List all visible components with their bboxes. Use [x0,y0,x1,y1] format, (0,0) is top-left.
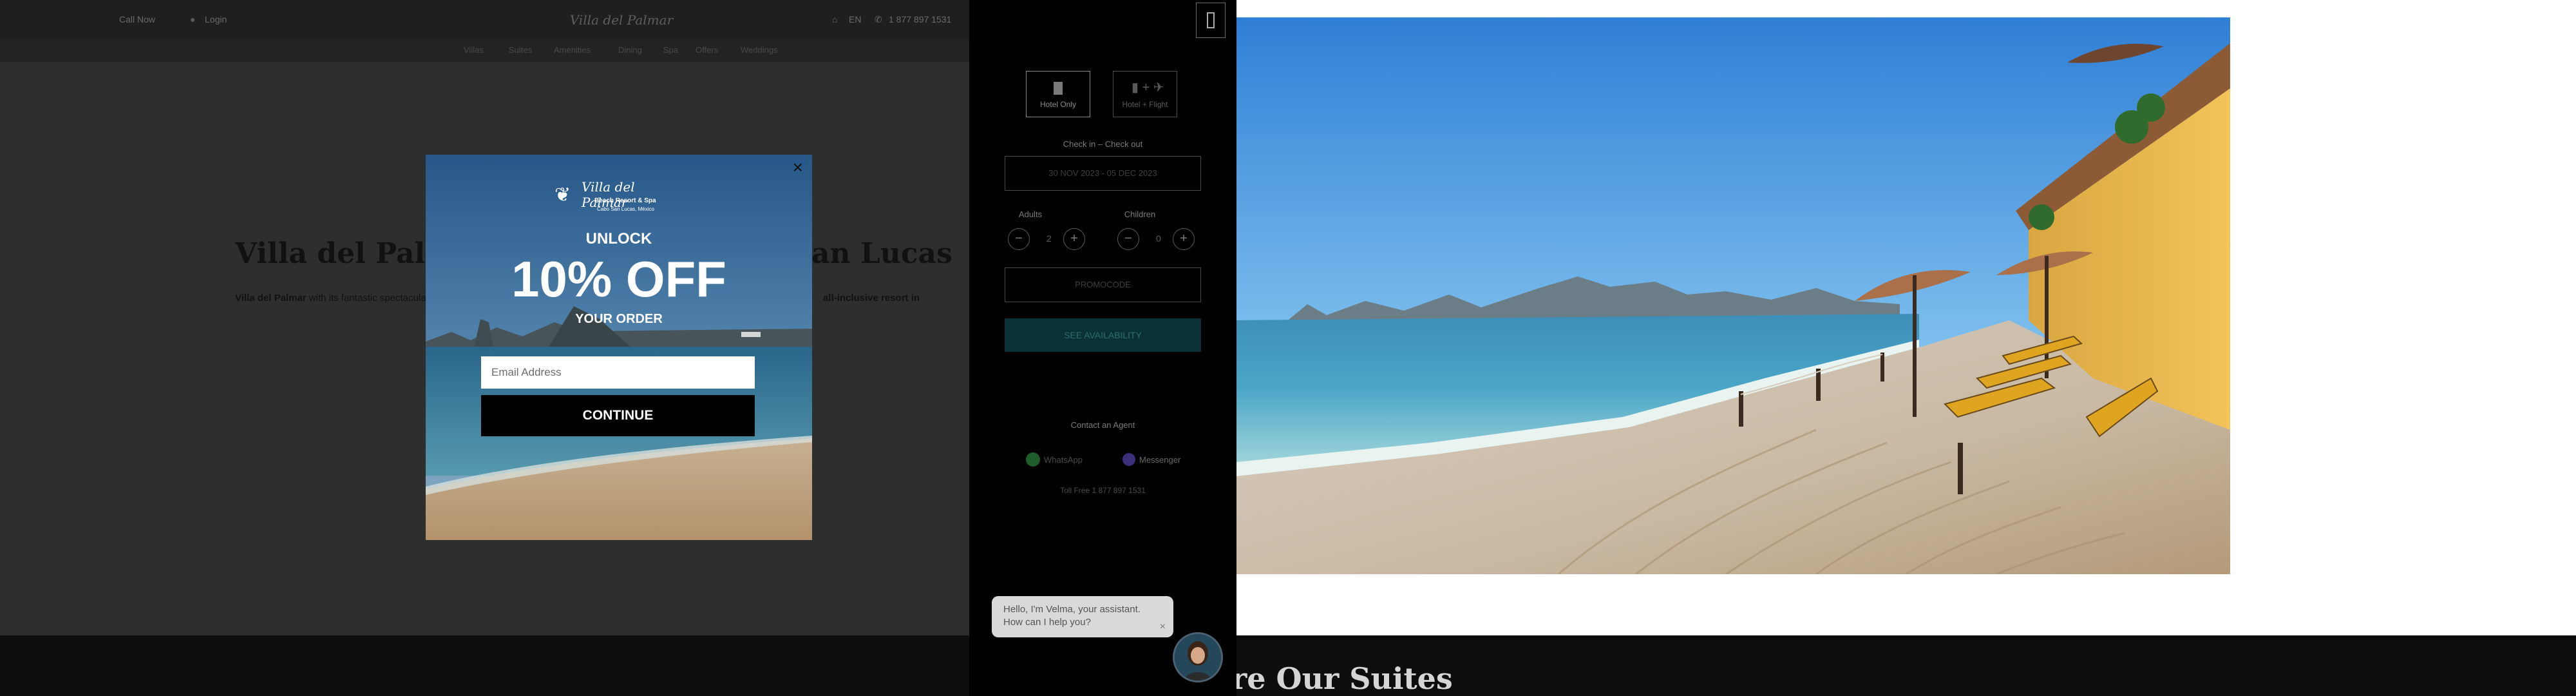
unlock-text: UNLOCK [585,230,652,247]
children-count: 0 [1156,233,1161,244]
your-order-text: YOUR ORDER [575,312,663,326]
hotel-flight-icon: ▮ + ✈ [1132,81,1164,95]
phone-link[interactable]: 1 877 897 1531 [889,14,951,24]
assistant-avatar-icon [1175,634,1221,681]
discount-headline: 10% OFF [511,251,726,307]
section-title: re Our Suites [1231,661,1453,696]
modal-close-button[interactable]: × [793,159,803,177]
children-label: Children [1124,209,1156,219]
nav-item[interactable]: Suites [509,45,532,55]
main-nav: Villas Suites Amenities Dining Spa Offer… [0,40,969,62]
chat-line-2: How can I help you? [1003,617,1091,628]
menu-icon [1207,12,1215,28]
tab-hotel-flight-label: Hotel + Flight [1122,100,1168,109]
chat-greeting-bubble[interactable]: Hello, I'm Velma, your assistant. How ca… [992,596,1173,637]
email-input[interactable] [481,356,755,389]
messenger-icon [1122,453,1135,466]
nav-item[interactable]: Spa [663,45,678,55]
chat-assistant-avatar[interactable] [1173,632,1223,682]
toll-free-text: Toll Free 1 877 897 1531 [1060,486,1146,495]
dates-label: Check in – Check out [1063,139,1143,149]
login-link[interactable]: Login [205,14,227,24]
promocode-input[interactable]: PROMOCODE [1005,267,1201,302]
nav-item[interactable]: Dining [618,45,642,55]
tab-hotel-only-label: Hotel Only [1039,100,1077,109]
hero-image [1236,17,2230,574]
messenger-link[interactable]: Messenger [1139,455,1180,465]
palm-logo-icon: ❦ [554,184,571,206]
children-decrement-button[interactable]: − [1117,228,1139,250]
see-availability-button[interactable]: SEE AVAILABILITY [1005,318,1201,352]
logo-subtitle: Beach Resort & Spa [594,197,656,204]
booking-panel: Hotel Only ▮ + ✈ Hotel + Flight Check in… [969,0,1236,696]
adults-label: Adults [1018,209,1043,219]
intro-text-left: Villa del Palmar with its fantastic spec… [235,293,430,304]
panel-close-button[interactable] [1196,3,1226,38]
date-range-input[interactable]: 30 NOV 2023 - 05 DEC 2023 [1005,156,1201,191]
children-increment-button[interactable]: + [1173,228,1195,250]
nav-item[interactable]: Offers [696,45,718,55]
promo-modal: × ❦ Villa del Palmar Beach Resort & Spa … [426,155,812,540]
nav-item[interactable]: Weddings [741,45,778,55]
contact-agent-label: Contact an Agent [1070,420,1135,430]
tab-hotel-only[interactable]: Hotel Only [1026,71,1090,117]
adults-decrement-button[interactable]: − [1008,228,1030,250]
logo-place: Cabo San Lucas, México [597,206,654,212]
whatsapp-link[interactable]: WhatsApp [1044,455,1083,465]
intro-text-right: all-inclusive resort in [823,293,920,304]
chat-line-1: Hello, I'm Velma, your assistant. [1003,604,1141,615]
modal-logo: ❦ Villa del Palmar Beach Resort & Spa Ca… [554,179,683,215]
nav-item[interactable]: Amenities [554,45,591,55]
adults-increment-button[interactable]: + [1063,228,1085,250]
adults-count: 2 [1046,233,1052,244]
language-selector[interactable]: EN [849,14,861,24]
nav-item[interactable]: Villas [464,45,484,55]
home-icon[interactable]: ⌂ [832,14,837,24]
logo-script: Villa del Palmar [582,179,635,210]
building-icon [1054,82,1063,95]
phone-icon: ✆ [875,14,882,24]
user-icon: ● [190,14,196,24]
whatsapp-icon [1026,452,1040,467]
page-title-right: an Lucas [811,237,952,270]
continue-button[interactable]: CONTINUE [481,395,755,436]
chat-close-icon[interactable]: × [1160,621,1166,633]
site-header: Call Now ● Login Villa del Palmar ⌂ EN ✆… [0,0,969,40]
suites-section: re Our Suites [0,635,2576,696]
call-now-link[interactable]: Call Now [119,14,155,24]
tab-hotel-flight[interactable]: ▮ + ✈ Hotel + Flight [1113,71,1177,117]
site-logo[interactable]: Villa del Palmar [557,5,686,35]
